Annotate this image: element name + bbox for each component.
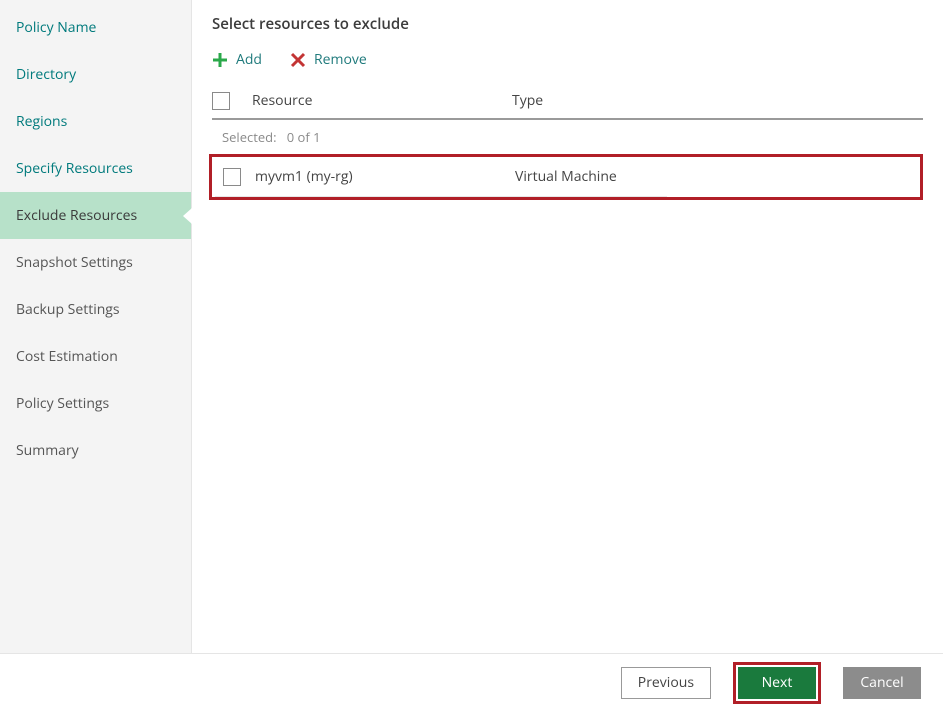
sidebar-item-policy-name[interactable]: Policy Name — [0, 4, 191, 51]
sidebar-item-summary[interactable]: Summary — [0, 427, 191, 474]
row-checkbox[interactable] — [223, 168, 241, 186]
sidebar-item-directory[interactable]: Directory — [0, 51, 191, 98]
content-pane: Select resources to exclude Add Remove R… — [192, 0, 943, 653]
selected-label: Selected: — [222, 128, 277, 146]
sidebar-item-snapshot-settings[interactable]: Snapshot Settings — [0, 239, 191, 286]
sidebar-item-specify-resources[interactable]: Specify Resources — [0, 145, 191, 192]
remove-button-label: Remove — [314, 50, 367, 69]
previous-button[interactable]: Previous — [621, 667, 711, 699]
cell-type: Virtual Machine — [515, 167, 667, 186]
highlight-box: myvm1 (my-rg) Virtual Machine — [209, 154, 923, 200]
plus-icon — [212, 52, 228, 68]
add-button-label: Add — [236, 50, 262, 69]
select-all-checkbox[interactable] — [212, 92, 230, 110]
column-header-resource[interactable]: Resource — [252, 91, 512, 110]
wizard-sidebar: Policy Name Directory Regions Specify Re… — [0, 0, 192, 653]
sidebar-item-backup-settings[interactable]: Backup Settings — [0, 286, 191, 333]
cell-resource: myvm1 (my-rg) — [255, 167, 515, 186]
sidebar-item-policy-settings[interactable]: Policy Settings — [0, 380, 191, 427]
toolbar: Add Remove — [192, 50, 943, 83]
cancel-button[interactable]: Cancel — [843, 667, 921, 699]
remove-button[interactable]: Remove — [290, 50, 367, 69]
page-title: Select resources to exclude — [192, 14, 943, 50]
table-header-row: Resource Type — [212, 83, 923, 120]
selected-count-row: Selected: 0 of 1 — [212, 120, 923, 154]
highlight-box-next: Next — [733, 662, 821, 704]
selected-count: 0 of 1 — [287, 128, 321, 146]
column-header-type[interactable]: Type — [512, 91, 923, 110]
add-button[interactable]: Add — [212, 50, 262, 69]
x-icon — [290, 52, 306, 68]
sidebar-item-regions[interactable]: Regions — [0, 98, 191, 145]
next-button[interactable]: Next — [738, 667, 816, 699]
sidebar-item-cost-estimation[interactable]: Cost Estimation — [0, 333, 191, 380]
wizard-footer: Previous Next Cancel — [0, 653, 943, 711]
table-row[interactable]: myvm1 (my-rg) Virtual Machine — [215, 157, 667, 197]
sidebar-item-exclude-resources[interactable]: Exclude Resources — [0, 192, 191, 239]
resources-table: Resource Type Selected: 0 of 1 myvm — [192, 83, 943, 200]
